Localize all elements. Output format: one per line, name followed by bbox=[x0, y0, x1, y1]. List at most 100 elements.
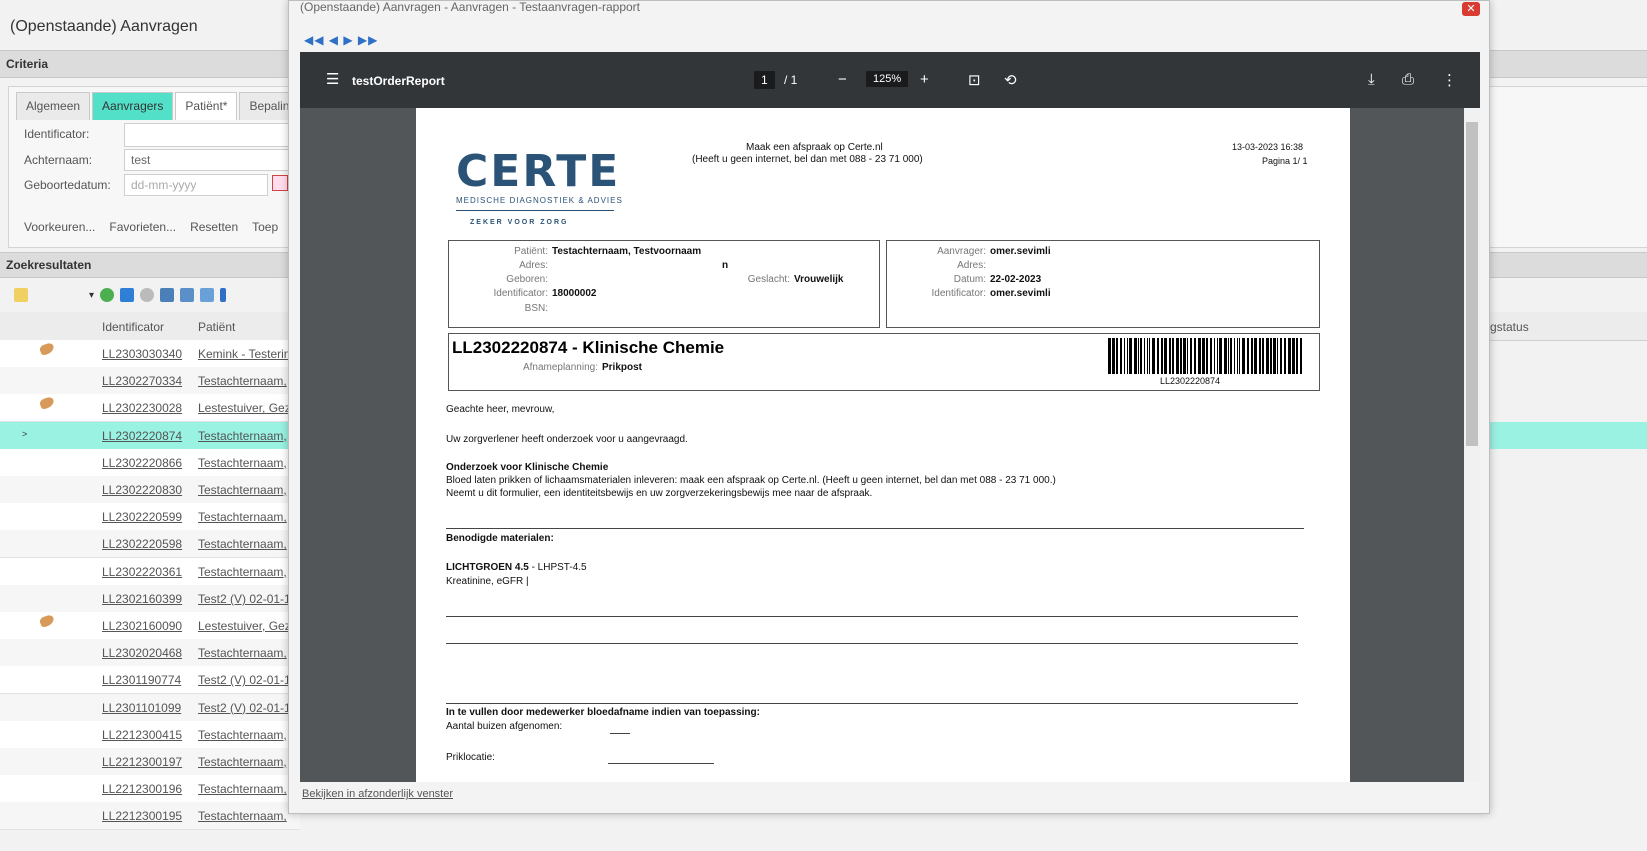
row-patient[interactable]: Testachternaam, bbox=[198, 374, 298, 388]
row-patient[interactable]: Lestestuiver, Gez bbox=[198, 619, 298, 633]
certe-logo: CERTE bbox=[456, 146, 621, 197]
copy-icon[interactable] bbox=[160, 288, 174, 302]
row-identificator[interactable]: LL2212300195 bbox=[102, 809, 182, 823]
column-identificator[interactable]: Identificator bbox=[102, 320, 164, 334]
barcode-bar bbox=[1120, 338, 1122, 374]
row-patient[interactable]: Testachternaam, bbox=[198, 728, 298, 742]
folder-icon[interactable] bbox=[14, 288, 28, 302]
search-icon[interactable] bbox=[120, 288, 134, 302]
voorkeuren-button[interactable]: Voorkeuren... bbox=[24, 220, 95, 234]
row-patient[interactable]: Test2 (V) 02-01-1 bbox=[198, 673, 298, 687]
row-identificator[interactable]: LL2302220598 bbox=[102, 537, 182, 551]
row-identificator[interactable]: LL2212300415 bbox=[102, 728, 182, 742]
pdf-scroll-thumb[interactable] bbox=[1466, 122, 1478, 446]
table-row[interactable]: LL2301190774 Test2 (V) 02-01-1 bbox=[0, 666, 300, 695]
table-row[interactable]: LL2302220598 Testachternaam, bbox=[0, 530, 300, 559]
zoom-out-icon[interactable]: − bbox=[838, 71, 847, 88]
row-identificator[interactable]: LL2302220874 bbox=[102, 429, 182, 443]
row-patient[interactable]: Testachternaam, bbox=[198, 483, 298, 497]
rotate-icon[interactable]: ⟲ bbox=[1004, 71, 1017, 89]
zoom-input[interactable]: 125% bbox=[866, 71, 909, 87]
achternaam-input[interactable]: test bbox=[124, 149, 292, 171]
table-row[interactable]: LL2302020468 Testachternaam, bbox=[0, 639, 300, 668]
row-identificator[interactable]: LL2302160399 bbox=[102, 592, 182, 606]
row-identificator[interactable]: LL2302220830 bbox=[102, 483, 182, 497]
row-patient[interactable]: Testachternaam, bbox=[198, 565, 298, 579]
table-row[interactable]: LL2303030340 Kemink - Testerin bbox=[0, 340, 300, 368]
table-row[interactable]: LL2212300197 Testachternaam, bbox=[0, 748, 300, 776]
refresh-icon[interactable] bbox=[100, 288, 114, 302]
tab-patient[interactable]: Patiënt* bbox=[175, 92, 238, 120]
record-navigation[interactable]: ◀◀ ◀ ▶ ▶▶ bbox=[304, 33, 378, 47]
fit-page-icon[interactable]: ⊡ bbox=[968, 71, 981, 89]
table-row[interactable]: LL2212300195 Testachternaam, bbox=[0, 802, 300, 831]
open-separate-window-link[interactable]: Bekijken in afzonderlijk venster bbox=[302, 788, 453, 800]
geboortedatum-input[interactable]: dd-mm-yyyy bbox=[124, 174, 268, 196]
barcode-bar bbox=[1259, 338, 1261, 374]
row-patient[interactable]: Test2 (V) 02-01-1 bbox=[198, 701, 298, 715]
column-status[interactable]: gstatus bbox=[1490, 320, 1529, 334]
barcode-bar bbox=[1183, 338, 1186, 374]
achternaam-label: Achternaam: bbox=[24, 153, 93, 167]
favorieten-button[interactable]: Favorieten... bbox=[109, 220, 176, 234]
table-row[interactable]: LL2302220361 Testachternaam, bbox=[0, 557, 300, 586]
more-options-icon[interactable]: ⋮ bbox=[1442, 71, 1457, 89]
row-patient[interactable]: Testachternaam, bbox=[198, 510, 298, 524]
calendar-icon[interactable] bbox=[272, 175, 288, 191]
page-number-input[interactable]: 1 bbox=[754, 71, 775, 89]
row-patient[interactable]: Test2 (V) 02-01-1 bbox=[198, 592, 298, 606]
table-row[interactable]: LL2302270334 Testachternaam, bbox=[0, 367, 300, 396]
table-row[interactable]: LL2212300415 Testachternaam, bbox=[0, 720, 300, 749]
row-patient[interactable]: Testachternaam, bbox=[198, 782, 298, 796]
resetten-button[interactable]: Resetten bbox=[190, 220, 238, 234]
row-identificator[interactable]: LL2302220866 bbox=[102, 456, 182, 470]
table-row[interactable]: LL2302220830 Testachternaam, bbox=[0, 476, 300, 504]
table-row[interactable]: LL2302160090 Lestestuiver, Gez bbox=[0, 612, 300, 640]
table-row[interactable]: LL2302220866 Testachternaam, bbox=[0, 448, 300, 477]
gear-icon[interactable] bbox=[140, 288, 154, 302]
table-row[interactable]: LL2212300196 Testachternaam, bbox=[0, 775, 300, 804]
row-patient[interactable]: Testachternaam, bbox=[198, 755, 298, 769]
row-identificator[interactable]: LL2212300197 bbox=[102, 755, 182, 769]
row-identificator[interactable]: LL2303030340 bbox=[102, 347, 182, 361]
row-patient[interactable]: Testachternaam, bbox=[198, 456, 298, 470]
row-identificator[interactable]: LL2302220361 bbox=[102, 565, 182, 579]
print-icon[interactable]: ⎙ bbox=[1402, 71, 1414, 88]
duplicate-icon[interactable] bbox=[180, 288, 194, 302]
table-row[interactable]: LL2302220599 Testachternaam, bbox=[0, 503, 300, 532]
identificator-input[interactable] bbox=[124, 123, 294, 147]
page-total: / 1 bbox=[784, 73, 798, 87]
table-row[interactable]: > LL2302220874 Testachternaam, bbox=[0, 421, 300, 450]
column-patient[interactable]: Patiënt bbox=[198, 320, 235, 334]
row-patient[interactable]: Testachternaam, bbox=[198, 809, 298, 823]
menu-icon[interactable]: ☰ bbox=[326, 70, 339, 88]
barcode-bar bbox=[1172, 338, 1174, 374]
row-identificator[interactable]: LL2301101099 bbox=[102, 701, 181, 715]
export-icon[interactable] bbox=[200, 288, 214, 302]
chevron-down-icon[interactable]: ▾ bbox=[34, 290, 94, 301]
table-row[interactable]: LL2302160399 Test2 (V) 02-01-1 bbox=[0, 584, 300, 613]
barcode-number: LL2302220874 bbox=[1160, 376, 1221, 386]
table-row[interactable]: LL2301101099 Test2 (V) 02-01-1 bbox=[0, 693, 300, 722]
row-identificator[interactable]: LL2212300196 bbox=[102, 782, 182, 796]
close-icon[interactable]: ✕ bbox=[1462, 2, 1480, 16]
row-patient[interactable]: Testachternaam, bbox=[198, 646, 298, 660]
row-identificator[interactable]: LL2302270334 bbox=[102, 374, 182, 388]
toepassen-button[interactable]: Toep bbox=[252, 220, 278, 234]
materials-title: Benodigde materialen: bbox=[446, 533, 554, 544]
row-patient[interactable]: Testachternaam, bbox=[198, 429, 298, 443]
table-row[interactable]: LL2302230028 Lestestuiver, Gez bbox=[0, 394, 300, 423]
row-identificator[interactable]: LL2302220599 bbox=[102, 510, 182, 524]
row-identificator[interactable]: LL2302230028 bbox=[102, 401, 182, 415]
row-patient[interactable]: Lestestuiver, Gez bbox=[198, 401, 298, 415]
row-patient[interactable]: Kemink - Testerin bbox=[198, 347, 298, 361]
tab-aanvragers[interactable]: Aanvragers bbox=[92, 92, 174, 120]
tab-algemeen[interactable]: Algemeen bbox=[16, 92, 91, 120]
row-patient[interactable]: Testachternaam, bbox=[198, 537, 298, 551]
row-identificator[interactable]: LL2302020468 bbox=[102, 646, 182, 660]
row-identificator[interactable]: LL2301190774 bbox=[102, 673, 181, 687]
row-identificator[interactable]: LL2302160090 bbox=[102, 619, 182, 633]
first-page-icon[interactable] bbox=[220, 288, 226, 302]
zoom-in-icon[interactable]: + bbox=[920, 71, 929, 88]
download-icon[interactable]: ⤓ bbox=[1368, 71, 1375, 88]
